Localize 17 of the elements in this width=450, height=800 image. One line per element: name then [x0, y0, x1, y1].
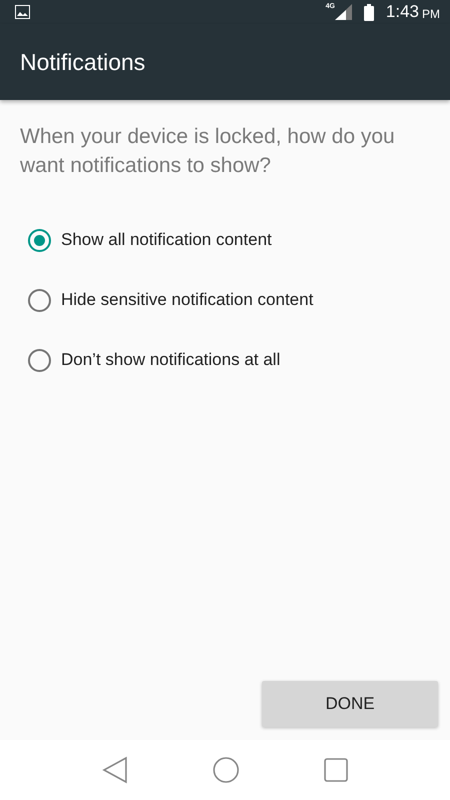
battery-icon [364, 4, 374, 20]
back-icon[interactable] [102, 756, 128, 784]
clock-period: PM [422, 6, 440, 20]
question-text: When your device is locked, how do you want notifications to show? [20, 124, 396, 179]
radio-button[interactable] [28, 288, 51, 312]
image-icon [15, 5, 30, 19]
signal-icon [334, 4, 352, 20]
option-label[interactable]: Hide sensitive notification content [61, 290, 314, 310]
recents-icon[interactable] [324, 758, 348, 782]
radio-button[interactable] [28, 228, 51, 252]
done-button[interactable]: DONE [262, 681, 438, 727]
clock-time: 1:43 [386, 2, 419, 22]
option-label[interactable]: Show all notification content [61, 230, 272, 250]
option-label[interactable]: Don’t show notifications at all [61, 350, 280, 370]
home-icon[interactable] [212, 756, 240, 784]
radio-button[interactable] [28, 348, 51, 372]
screen-title: Notifications [20, 48, 146, 76]
